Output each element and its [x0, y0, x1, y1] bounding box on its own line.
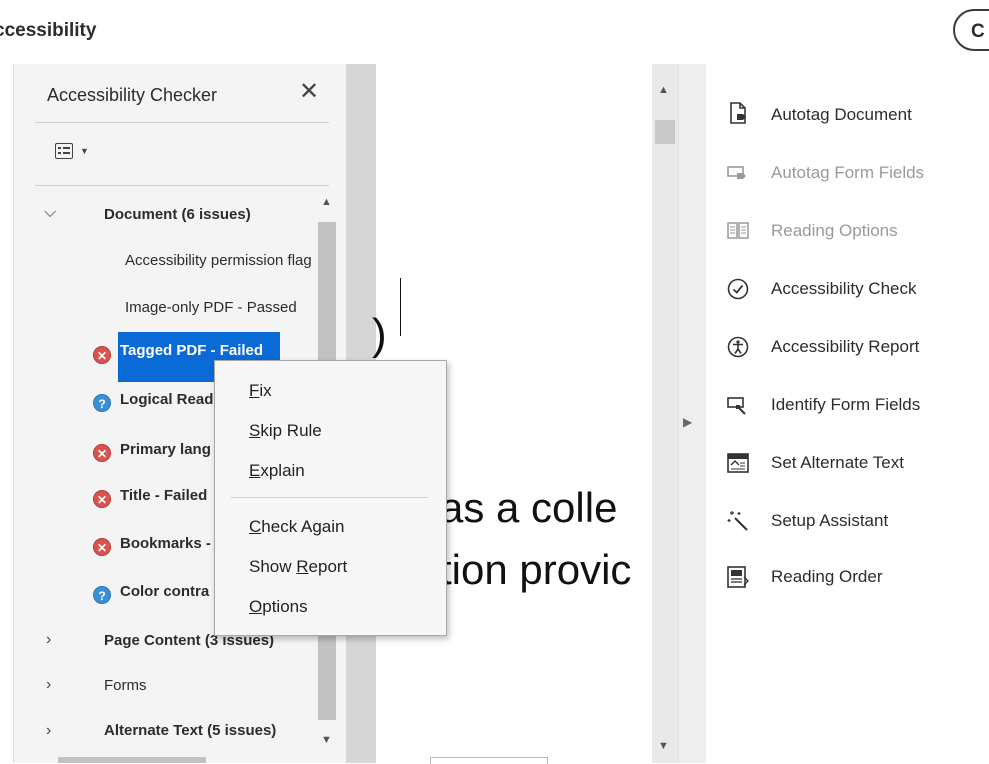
- tool-reading-order[interactable]: Reading Order: [771, 567, 883, 587]
- document-text-line: tion provic: [440, 546, 632, 593]
- tree-item-tagged-pdf[interactable]: Tagged PDF - Failed: [120, 342, 263, 359]
- chevron-right-icon[interactable]: ▶: [683, 415, 692, 429]
- tree-item-image-only-pdf[interactable]: Image-only PDF - Passed: [125, 299, 297, 316]
- tree-item-color-contrast[interactable]: Color contra: [120, 583, 209, 600]
- tree-item-document[interactable]: Document (6 issues): [104, 206, 251, 223]
- list-view-icon[interactable]: [55, 143, 73, 159]
- chevron-down-icon[interactable]: ▼: [80, 146, 89, 156]
- tool-setup-assistant[interactable]: Setup Assistant: [771, 511, 888, 531]
- tool-accessibility-check[interactable]: Accessibility Check: [771, 279, 917, 299]
- chevron-right-icon[interactable]: ›: [46, 722, 51, 740]
- tree-item-accessibility-permission[interactable]: Accessibility permission flag: [125, 252, 317, 269]
- top-right-button-label: C: [971, 21, 985, 42]
- menu-item-show-report[interactable]: Show Report: [249, 557, 347, 577]
- tool-set-alternate-text[interactable]: Set Alternate Text: [771, 453, 904, 473]
- scroll-down-icon[interactable]: ▼: [321, 734, 332, 746]
- failed-icon: ✕: [93, 346, 111, 364]
- identify-form-fields-icon: [727, 397, 746, 415]
- panel-divider: [35, 185, 329, 186]
- failed-icon: ✕: [93, 538, 111, 556]
- document-scrollbar[interactable]: [652, 64, 678, 763]
- left-gutter: [0, 64, 14, 763]
- menu-item-explain[interactable]: Explain: [249, 461, 305, 481]
- accessibility-person-icon: [727, 336, 749, 358]
- tool-accessibility-report[interactable]: Accessibility Report: [771, 337, 919, 357]
- menu-item-check-again[interactable]: Check Again: [249, 517, 344, 537]
- magic-wand-icon: [727, 511, 748, 531]
- checkmark-circle-icon: [727, 278, 749, 300]
- tool-identify-form-fields[interactable]: Identify Form Fields: [771, 395, 920, 415]
- horizontal-scrollbar-thumb[interactable]: [58, 757, 206, 763]
- reading-order-icon: [727, 566, 749, 588]
- autotag-document-icon: [730, 102, 746, 124]
- failed-icon: ✕: [93, 444, 111, 462]
- reading-options-icon: [727, 222, 749, 239]
- chevron-right-icon[interactable]: ›: [46, 676, 51, 694]
- text-cursor: [400, 278, 401, 336]
- help-icon: ?: [93, 586, 111, 604]
- tool-title: ccessibility: [0, 20, 97, 41]
- tree-item-alternate-text[interactable]: Alternate Text (5 issues): [104, 722, 276, 739]
- top-right-button[interactable]: C: [953, 9, 989, 51]
- autotag-form-fields-icon: [727, 166, 746, 179]
- scroll-down-icon[interactable]: ▼: [658, 740, 669, 752]
- checker-panel-title: Accessibility Checker: [47, 85, 218, 105]
- tree-item-logical-reading[interactable]: Logical Read: [120, 391, 213, 408]
- tree-item-forms[interactable]: Forms: [104, 677, 147, 694]
- tool-autotag-document[interactable]: Autotag Document: [771, 105, 912, 125]
- chevron-down-icon[interactable]: ⌵: [44, 204, 56, 222]
- right-panel-toggle[interactable]: [678, 64, 706, 763]
- tree-item-bookmarks[interactable]: Bookmarks -: [120, 535, 211, 552]
- tree-item-title[interactable]: Title - Failed: [120, 487, 207, 504]
- document-text-line: as a colle: [440, 484, 618, 531]
- document-partial-glyph: ): [372, 310, 387, 359]
- menu-separator: [231, 497, 428, 498]
- scroll-up-icon[interactable]: ▲: [658, 84, 669, 96]
- document-scrollbar-thumb[interactable]: [655, 120, 675, 144]
- tree-item-primary-language[interactable]: Primary lang: [120, 441, 211, 458]
- help-icon: ?: [93, 394, 111, 412]
- chevron-right-icon[interactable]: ›: [46, 631, 51, 649]
- image-alt-text-icon: [727, 453, 749, 473]
- tool-reading-options[interactable]: Reading Options: [771, 221, 898, 241]
- menu-item-skip-rule[interactable]: Skip Rule: [249, 421, 322, 441]
- context-menu: [214, 360, 447, 636]
- panel-divider: [35, 122, 329, 123]
- tool-autotag-form-fields[interactable]: Autotag Form Fields: [771, 163, 924, 183]
- menu-item-options[interactable]: Options: [249, 597, 308, 617]
- scroll-up-icon[interactable]: ▲: [321, 196, 332, 208]
- failed-icon: ✕: [93, 490, 111, 508]
- close-icon[interactable]: ✕: [299, 77, 319, 106]
- top-bar: [0, 0, 989, 64]
- menu-item-fix[interactable]: Fix: [249, 381, 272, 401]
